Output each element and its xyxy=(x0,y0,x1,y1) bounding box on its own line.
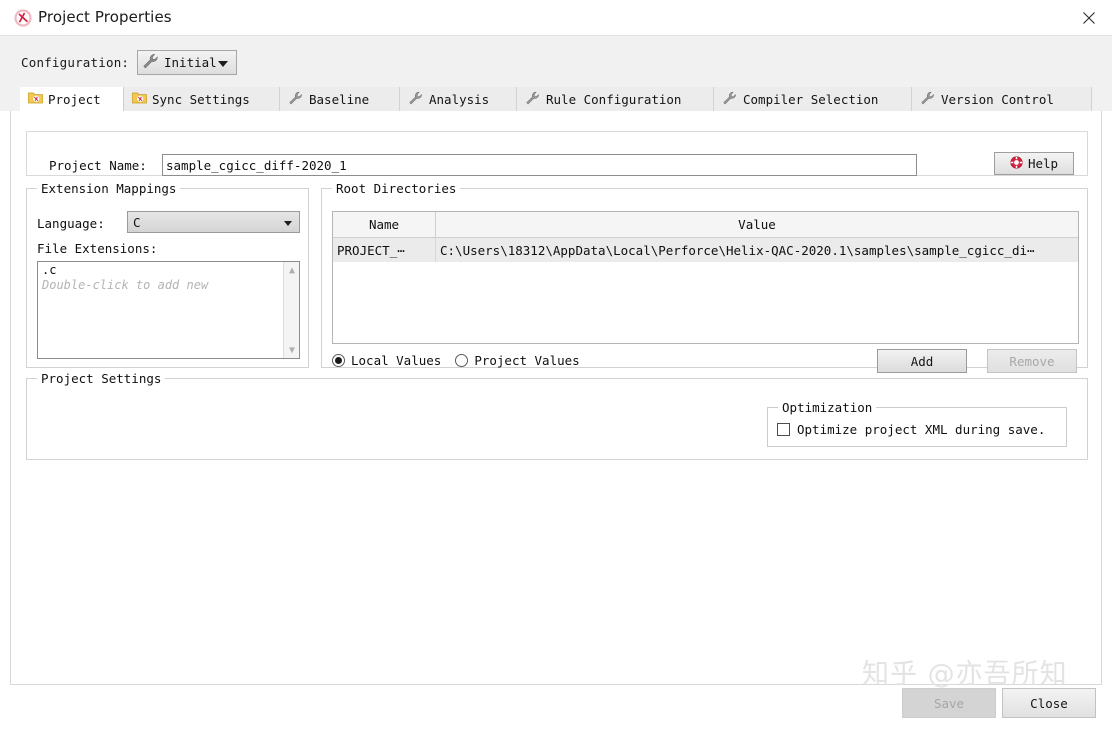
tab-project[interactable]: Project xyxy=(20,87,124,111)
close-icon[interactable] xyxy=(1066,0,1112,36)
helix-qac-logo-icon xyxy=(14,9,32,27)
tab-label: Rule Configuration xyxy=(546,91,682,107)
wrench-icon xyxy=(722,91,738,108)
configuration-dropdown[interactable]: Initial xyxy=(137,50,237,75)
radio-dot-icon xyxy=(455,354,469,367)
page-title: Project Properties xyxy=(38,8,172,26)
radio-project-values[interactable]: Project Values xyxy=(455,353,580,368)
scroll-down-icon[interactable]: ▼ xyxy=(284,342,299,358)
scroll-up-icon[interactable]: ▲ xyxy=(284,262,299,278)
optimization-group: Optimization Optimize project XML during… xyxy=(767,400,1067,447)
root-directories-legend: Root Directories xyxy=(332,181,461,196)
tab-label: Sync Settings xyxy=(152,91,250,107)
tab-analysis[interactable]: Analysis xyxy=(400,87,517,111)
tab-label: Compiler Selection xyxy=(743,91,879,107)
radio-dot-icon xyxy=(332,354,345,367)
help-button-label: Help xyxy=(1027,156,1059,171)
save-button: Save xyxy=(902,688,996,718)
root-directories-group: Root Directories Name Value PROJECT_⋯ C:… xyxy=(321,181,1088,373)
wrench-icon xyxy=(408,91,424,108)
radio-local-values[interactable]: Local Values xyxy=(332,353,441,368)
file-extensions-list[interactable]: .c Double-click to add new ▲ ▼ xyxy=(37,261,300,359)
project-name-row: Project Name: Help xyxy=(26,131,1088,176)
root-directories-table[interactable]: Name Value PROJECT_⋯ C:\Users\18312\AppD… xyxy=(332,211,1079,344)
lifebuoy-help-icon xyxy=(1010,155,1023,172)
cell-name: PROJECT_⋯ xyxy=(333,238,436,262)
radio-label: Local Values xyxy=(351,353,442,368)
remove-button: Remove xyxy=(987,349,1077,373)
project-settings-group: Project Settings Optimization Optimize p… xyxy=(26,371,1088,460)
table-header-row: Name Value xyxy=(333,212,1078,238)
wrench-icon xyxy=(288,91,304,108)
column-header-value: Value xyxy=(738,217,776,232)
optimize-xml-checkbox-row[interactable]: Optimize project XML during save. xyxy=(777,422,1045,437)
tab-label: Version Control xyxy=(941,91,1054,107)
list-item[interactable]: .c xyxy=(38,262,299,278)
project-folder-icon xyxy=(28,91,43,107)
extension-mappings-legend: Extension Mappings xyxy=(37,181,181,196)
tab-version-control[interactable]: Version Control xyxy=(912,87,1092,111)
project-name-input[interactable] xyxy=(162,154,917,176)
add-new-extension-hint[interactable]: Double-click to add new xyxy=(38,278,299,292)
radio-label: Project Values xyxy=(474,353,580,368)
file-extensions-label: File Extensions: xyxy=(37,241,158,256)
project-folder-icon xyxy=(132,91,147,107)
wrench-icon xyxy=(525,91,541,108)
values-scope-radio-group: Local Values Project Values xyxy=(332,353,580,368)
project-name-label: Project Name: xyxy=(49,158,147,173)
title-bar: Project Properties xyxy=(0,0,1112,36)
help-button[interactable]: Help xyxy=(994,152,1074,175)
tab-rule-configuration[interactable]: Rule Configuration xyxy=(517,87,714,111)
file-extensions-scrollbar[interactable]: ▲ ▼ xyxy=(283,262,299,358)
add-button[interactable]: Add xyxy=(877,349,967,373)
wrench-icon xyxy=(920,91,936,108)
wrench-icon xyxy=(142,53,160,73)
tab-label: Project xyxy=(48,91,101,107)
close-button[interactable]: Close xyxy=(1002,688,1096,718)
optimization-legend: Optimization xyxy=(778,400,877,415)
tab-sync-settings[interactable]: Sync Settings xyxy=(124,87,280,111)
project-settings-legend: Project Settings xyxy=(37,371,166,386)
tab-label: Analysis xyxy=(429,91,490,107)
checkbox-icon[interactable] xyxy=(777,423,790,436)
chevron-down-icon xyxy=(284,221,292,226)
cell-value: C:\Users\18312\AppData\Local\Perforce\He… xyxy=(440,242,1035,258)
extension-mappings-group: Extension Mappings Language: C File Exte… xyxy=(26,181,309,368)
chevron-down-icon xyxy=(218,61,228,67)
language-dropdown[interactable]: C xyxy=(127,211,300,233)
language-label: Language: xyxy=(37,216,105,231)
tab-baseline[interactable]: Baseline xyxy=(280,87,400,111)
column-header-name: Name xyxy=(333,212,436,237)
tab-compiler-selection[interactable]: Compiler Selection xyxy=(714,87,912,111)
configuration-value: Initial xyxy=(164,55,217,70)
optimize-xml-label: Optimize project XML during save. xyxy=(797,422,1046,437)
configuration-label: Configuration: xyxy=(21,55,130,70)
project-tab-panel: Project Name: Help Extension Mappings La… xyxy=(10,111,1102,685)
tab-bar: Project Sync Settings Baseline Analysis xyxy=(0,87,1112,111)
table-row[interactable]: PROJECT_⋯ C:\Users\18312\AppData\Local\P… xyxy=(333,238,1078,262)
language-value: C xyxy=(133,215,141,230)
tab-label: Baseline xyxy=(309,91,370,107)
